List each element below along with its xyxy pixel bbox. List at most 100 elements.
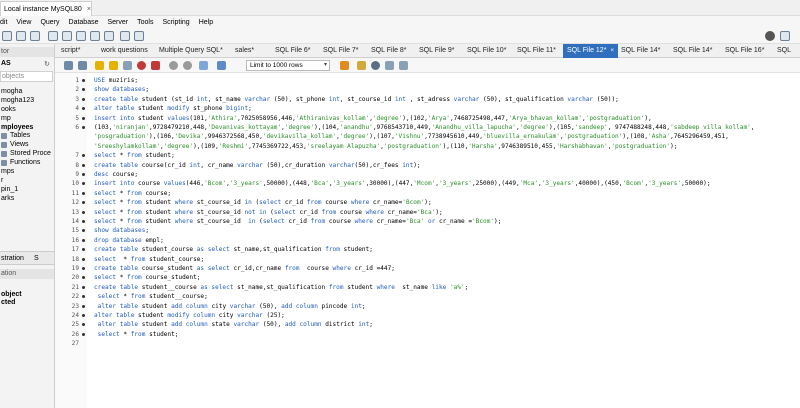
- schema-item[interactable]: ooks: [1, 106, 16, 113]
- create-procedure-icon[interactable]: [90, 31, 100, 41]
- code-line[interactable]: 7 select * from student;: [55, 151, 800, 160]
- schema-subitem-procedures[interactable]: Stored Proce: [10, 150, 51, 157]
- schemas-tab[interactable]: S: [34, 255, 39, 262]
- code-line[interactable]: 18 select * from student_course;: [55, 255, 800, 264]
- code-line[interactable]: 9 desc course;: [55, 170, 800, 179]
- stop-icon[interactable]: [137, 61, 146, 70]
- code-line[interactable]: 1 USE muziris;: [55, 76, 800, 85]
- code-line[interactable]: 2 show databases;: [55, 85, 800, 94]
- schema-subitem-views[interactable]: Views: [10, 141, 29, 148]
- brush-icon[interactable]: [357, 61, 366, 70]
- limit-rows-select[interactable]: Limit to 1000 rows ▾: [246, 60, 330, 71]
- new-query-icon[interactable]: [2, 31, 12, 41]
- tab-sql-file-10[interactable]: SQL File 10*: [467, 44, 506, 58]
- schema-item-selected[interactable]: mployees: [1, 124, 33, 131]
- schema-subitem-tables[interactable]: Tables: [10, 132, 30, 139]
- tab-sql-file-7[interactable]: SQL File 7*: [323, 44, 359, 58]
- schema-item[interactable]: r: [1, 177, 3, 184]
- open-script-icon[interactable]: [30, 31, 40, 41]
- rollback-icon[interactable]: [183, 61, 192, 70]
- code-line[interactable]: 16 drop database empl;: [55, 236, 800, 245]
- bookmark-icon[interactable]: [340, 61, 349, 70]
- settings-gear-icon[interactable]: [765, 31, 775, 41]
- code-line[interactable]: 3 create table student (st_id int, st_nam…: [55, 95, 800, 104]
- tab-sql-file-8[interactable]: SQL File 8*: [371, 44, 407, 58]
- code-line[interactable]: 6 (103,'niranjan',9728479210,448,'Devaniv…: [55, 123, 800, 132]
- create-schema-icon[interactable]: [48, 31, 58, 41]
- schema-item[interactable]: mps: [1, 168, 14, 175]
- code-line[interactable]: 27: [55, 339, 800, 348]
- code-line[interactable]: 23 alter table student add column city v…: [55, 302, 800, 311]
- filter-objects-input[interactable]: objects: [0, 71, 53, 82]
- tab-multiple-query[interactable]: Multiple Query SQL*: [159, 44, 223, 58]
- create-view-icon[interactable]: [76, 31, 86, 41]
- code-line[interactable]: 8 create table course(cr_id int, cr_name …: [55, 161, 800, 170]
- sql-editor[interactable]: 1 USE muziris; 2 show databases; 3 create tab…: [55, 73, 800, 408]
- administration-tab[interactable]: stration: [1, 255, 24, 262]
- execute-statement-icon[interactable]: [109, 61, 118, 70]
- code-line[interactable]: 22 select * from student__course;: [55, 292, 800, 301]
- schema-item[interactable]: pin_1: [1, 186, 18, 193]
- tab-script[interactable]: script*: [61, 44, 80, 58]
- panel-toggle-icon[interactable]: [780, 31, 790, 41]
- menu-view[interactable]: View: [16, 19, 31, 26]
- open-sql-icon[interactable]: [16, 31, 26, 41]
- menu-tools[interactable]: Tools: [137, 19, 153, 26]
- tab-sql-file-6[interactable]: SQL File 6*: [275, 44, 311, 58]
- code-line[interactable]: 4 alter table student modify st_phone big…: [55, 104, 800, 113]
- create-table-icon[interactable]: [62, 31, 72, 41]
- commit-icon[interactable]: [169, 61, 178, 70]
- schema-item[interactable]: mogha123: [1, 97, 34, 104]
- invisible-chars-icon[interactable]: [385, 61, 394, 70]
- menu-database[interactable]: Database: [69, 19, 99, 26]
- save-icon[interactable]: [78, 61, 87, 70]
- code-line[interactable]: 10 insert into course values(446,'Bcom','…: [55, 179, 800, 188]
- menu-query[interactable]: Query: [40, 19, 59, 26]
- menu-scripting[interactable]: Scripting: [162, 19, 189, 26]
- connection-tab[interactable]: Local instance MySQL80 ×: [0, 1, 92, 16]
- find-icon[interactable]: [371, 61, 380, 70]
- code-line[interactable]: 13 select * from student where st_course_…: [55, 208, 800, 217]
- execute-icon[interactable]: [95, 61, 104, 70]
- tab-sql-file-9[interactable]: SQL File 9*: [419, 44, 455, 58]
- autocommit-icon[interactable]: [199, 61, 208, 70]
- code-line[interactable]: 12 select * from student where st_course_…: [55, 198, 800, 207]
- tab-sql-file-16[interactable]: SQL File 16*: [725, 44, 764, 58]
- schema-subitem-functions[interactable]: Functions: [10, 159, 40, 166]
- schema-item[interactable]: mp: [1, 115, 11, 122]
- explain-icon[interactable]: [123, 61, 132, 70]
- tab-sql-file-14[interactable]: SQL File 14*: [621, 44, 660, 58]
- schema-item[interactable]: arks: [1, 195, 14, 202]
- code-line[interactable]: 21 create table student__course as select…: [55, 283, 800, 292]
- code-line[interactable]: 14 select * from student where st_course_…: [55, 217, 800, 226]
- code-line[interactable]: 'Sreeshylamkollam','degree'),(109,'Reshm…: [55, 142, 800, 151]
- code-line[interactable]: 24 alter table student modify column city…: [55, 311, 800, 320]
- tab-sql-file-12[interactable]: SQL File 12* ×: [563, 44, 618, 58]
- refresh-icon[interactable]: ↻: [44, 60, 50, 68]
- code-line[interactable]: 20 select * from course_student;: [55, 273, 800, 282]
- tab-sql-file-14b[interactable]: SQL File 14*: [673, 44, 712, 58]
- code-line[interactable]: 'posgraduation'),(106,'Devika',994637256…: [55, 132, 800, 141]
- code-line[interactable]: 19 create table course_student as select …: [55, 264, 800, 273]
- search-table-icon[interactable]: [120, 31, 130, 41]
- wrap-lines-icon[interactable]: [399, 61, 408, 70]
- close-icon[interactable]: ×: [87, 6, 91, 13]
- toggle-continue-icon[interactable]: [151, 61, 160, 70]
- beautify-icon[interactable]: [217, 61, 226, 70]
- code-line[interactable]: 17 create table student_course as select …: [55, 245, 800, 254]
- tab-work-questions[interactable]: work questions: [101, 44, 148, 58]
- tab-sql-file-11[interactable]: SQL File 11*: [517, 44, 556, 58]
- code-line[interactable]: 25 alter table student add column state …: [55, 320, 800, 329]
- close-tab-icon[interactable]: ×: [610, 48, 614, 54]
- menu-server[interactable]: Server: [107, 19, 128, 26]
- tab-sql[interactable]: SQL: [777, 44, 791, 58]
- code-line[interactable]: 26 select * from student;: [55, 330, 800, 339]
- open-file-icon[interactable]: [64, 61, 73, 70]
- code-line[interactable]: 5 insert into student values(101,'Athira'…: [55, 114, 800, 123]
- code-line[interactable]: 11 select * from course;: [55, 189, 800, 198]
- code-line[interactable]: 15 show databases;: [55, 226, 800, 235]
- reconnect-icon[interactable]: [134, 31, 144, 41]
- tab-sales[interactable]: sales*: [235, 44, 254, 58]
- menu-help[interactable]: Help: [199, 19, 213, 26]
- menu-edit[interactable]: dit: [0, 19, 7, 26]
